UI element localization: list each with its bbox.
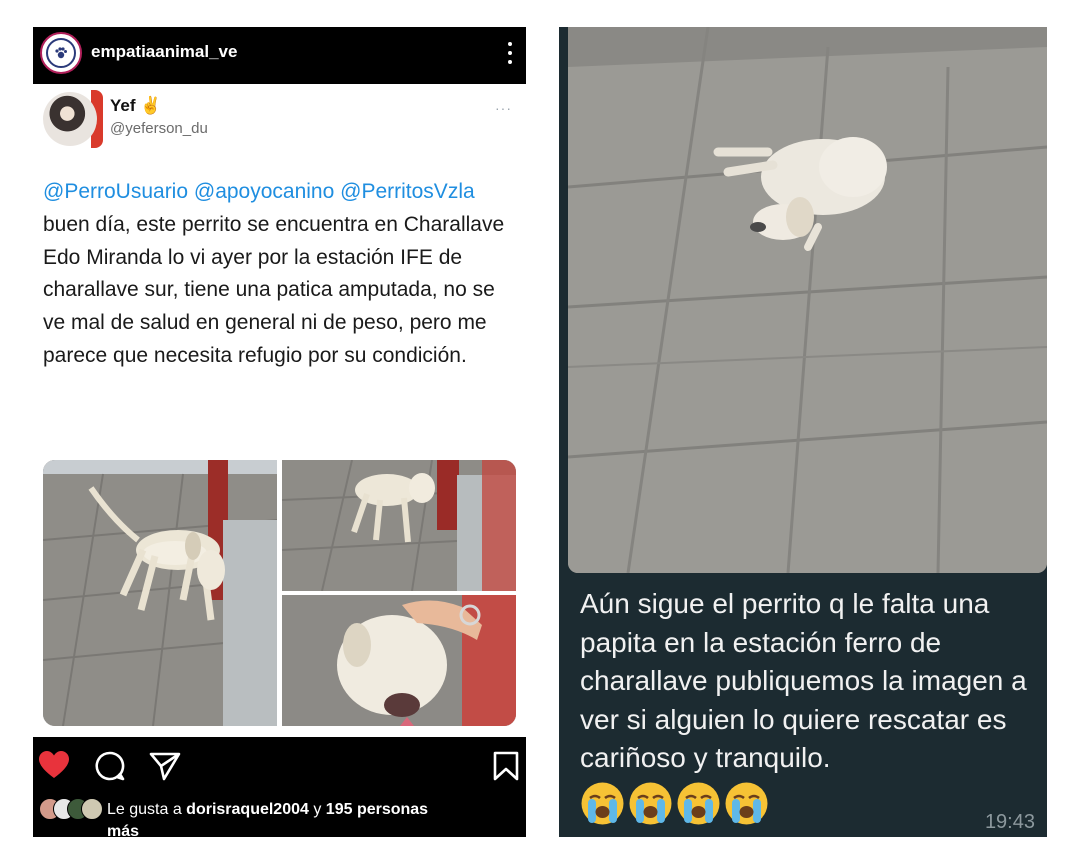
dog-photo[interactable]	[282, 595, 516, 726]
tweet-more-icon[interactable]: ···	[495, 100, 512, 116]
victory-hand-emoji: ✌	[140, 96, 162, 115]
account-username[interactable]: empatiaanimal_ve	[91, 42, 237, 62]
message-timestamp: 19:43	[984, 811, 1035, 833]
mention-link[interactable]: @PerroUsuario	[43, 180, 188, 203]
paw-logo-icon	[46, 38, 76, 68]
emoji-row	[580, 781, 769, 829]
likes-count[interactable]: 195 personas	[326, 801, 428, 818]
heart-icon[interactable]	[39, 751, 69, 779]
share-icon[interactable]	[149, 751, 181, 781]
loudly-crying-face-icon	[725, 782, 768, 825]
more-options-icon[interactable]	[500, 39, 520, 67]
loudly-crying-face-icon	[581, 782, 624, 825]
post-header: empatiaanimal_ve	[33, 27, 526, 84]
dog-photo[interactable]	[282, 460, 516, 591]
tweet-author-handle: @yeferson_du	[110, 120, 208, 137]
account-avatar[interactable]	[40, 32, 82, 74]
tweet-text: @PerroUsuario @apoyocanino @PerritosVzla…	[43, 176, 513, 373]
message-text: Aún sigue el perrito q le falta una papi…	[580, 588, 1027, 774]
dog-photo[interactable]	[43, 460, 277, 726]
liker-avatars[interactable]	[39, 798, 103, 820]
chat-message-card: Aún sigue el perrito q le falta una papi…	[559, 27, 1047, 837]
post-action-bar: Le gusta a dorisraquel2004 y 195 persona…	[33, 737, 526, 840]
mention-link[interactable]: @PerritosVzla	[340, 180, 475, 203]
mention-link[interactable]: @apoyocanino	[194, 180, 334, 203]
tweet-avatar[interactable]	[43, 92, 97, 146]
instagram-post: empatiaanimal_ve Yef ✌ @yeferson_du ··· …	[33, 27, 526, 840]
comment-icon[interactable]	[95, 751, 125, 781]
liker-username[interactable]: dorisraquel2004	[186, 801, 309, 818]
likes-summary[interactable]: Le gusta a dorisraquel2004 y 195 persona…	[107, 799, 522, 843]
tweet-author-name: Yef ✌	[110, 96, 162, 115]
dog-lying-photo[interactable]	[568, 27, 1047, 573]
loudly-crying-face-icon	[677, 782, 720, 825]
tweet-photo-grid	[43, 460, 516, 726]
tweet-card: Yef ✌ @yeferson_du ··· @PerroUsuario @ap…	[33, 84, 526, 737]
tweet-body: buen día, este perrito se encuentra en C…	[43, 212, 505, 367]
loudly-crying-face-icon	[629, 782, 672, 825]
bookmark-icon[interactable]	[493, 751, 519, 781]
